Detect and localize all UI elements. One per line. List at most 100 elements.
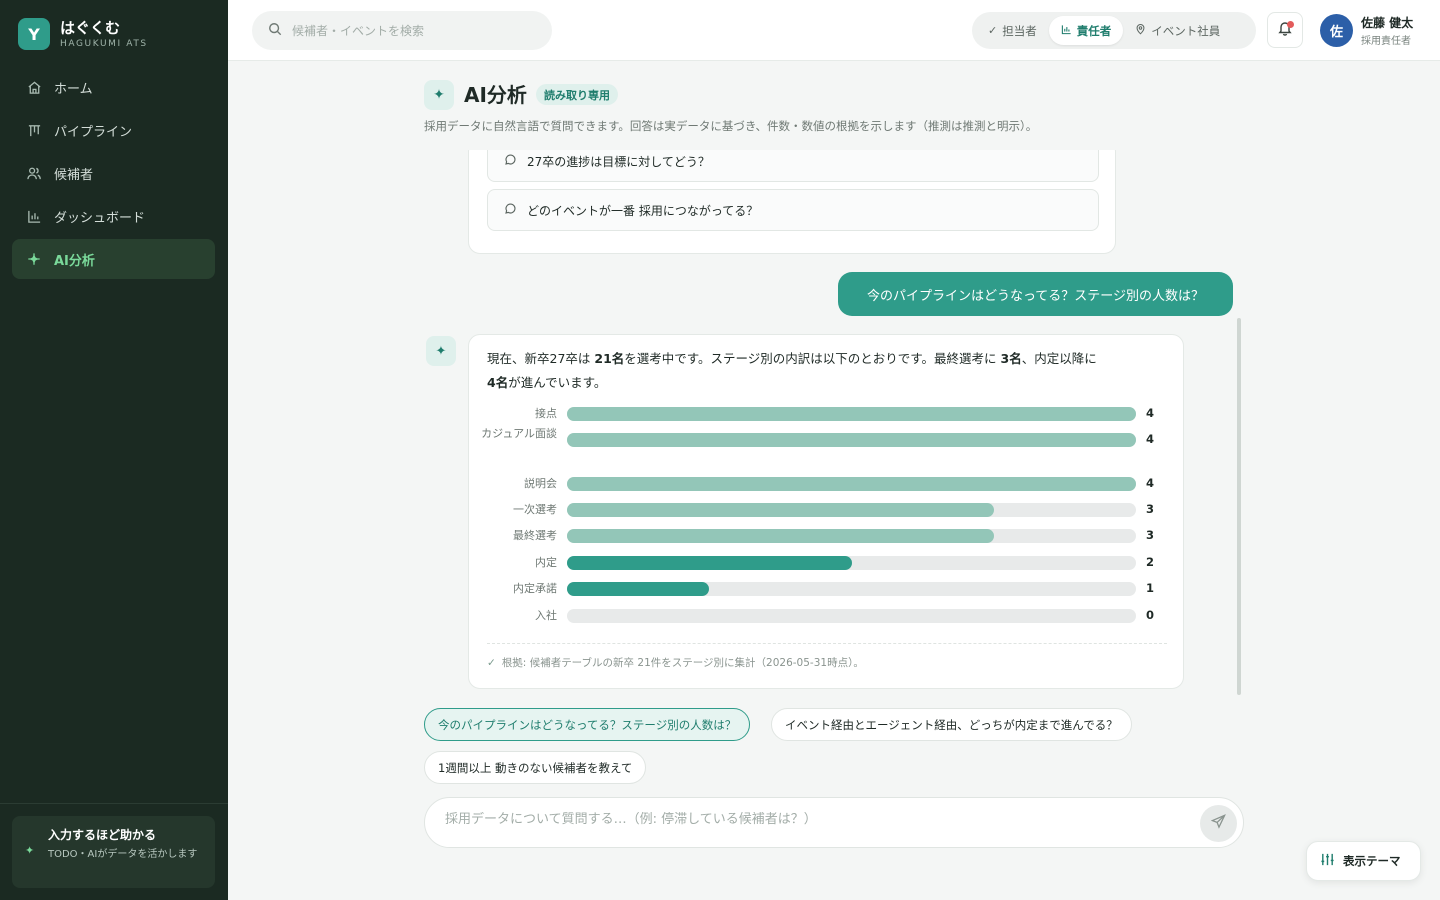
role-tab-manager[interactable]: 責任者 bbox=[1048, 16, 1124, 45]
send-icon bbox=[1210, 814, 1226, 833]
theme-button[interactable]: 表示テーマ bbox=[1306, 841, 1421, 881]
sliders-icon bbox=[1320, 852, 1335, 870]
bar bbox=[567, 477, 1136, 491]
check-icon: ✓ bbox=[487, 657, 496, 669]
top-bar: ✓ 担当者 責任者 イベント社員 佐 佐藤 健太 採用責任者 bbox=[228, 0, 1440, 61]
chat-scrollbar[interactable] bbox=[1237, 318, 1241, 695]
bar-track bbox=[567, 477, 1136, 491]
bar-value-label: 2 bbox=[1146, 555, 1155, 569]
answer-text: 現在、新卒27卒は 21名を選考中です。ステージ別の内訳は以下のとおりです。最終… bbox=[487, 347, 1167, 395]
avatar: 佐 bbox=[1320, 14, 1353, 47]
role-tab-label: イベント社員 bbox=[1151, 23, 1221, 38]
send-button[interactable] bbox=[1200, 805, 1237, 842]
suggestion-item[interactable]: どのイベントが一番 採用につながってる？ bbox=[487, 189, 1099, 231]
brand-name: はぐくむ bbox=[60, 18, 121, 37]
chat-bubble-icon bbox=[504, 153, 517, 169]
bar bbox=[567, 503, 994, 517]
suggestion-card: 27卒の進捗は目標に対してどう？ どのイベントが一番 採用につながってる？ bbox=[468, 150, 1116, 254]
bar-label: 説明会 bbox=[524, 477, 557, 490]
bar-value-label: 1 bbox=[1146, 581, 1155, 595]
user-menu[interactable]: 佐 佐藤 健太 採用責任者 bbox=[1320, 14, 1413, 47]
page-description: 採用データに自然言語で質問できます。回答は実データに基づき、件数・数値の根拠を示… bbox=[424, 119, 1038, 133]
users-icon bbox=[26, 165, 42, 181]
notification-dot bbox=[1287, 21, 1294, 28]
suggestion-item[interactable]: 27卒の進捗は目標に対してどう？ bbox=[487, 150, 1099, 182]
check-icon: ✓ bbox=[988, 24, 998, 37]
brand[interactable]: Y はぐくむ HAGUKUMI ATS bbox=[18, 18, 148, 50]
bar-track bbox=[567, 582, 1136, 596]
user-message: 今のパイプラインはどうなってる？ステージ別の人数は？ bbox=[838, 272, 1233, 316]
suggestion-text: どのイベントが一番 採用につながってる？ bbox=[527, 203, 759, 218]
bar-label: 最終選考 bbox=[513, 529, 557, 542]
bar-label: 入社 bbox=[535, 609, 557, 622]
bar-label: 一次選考 bbox=[513, 503, 557, 516]
answer-source: ✓ 根拠: 候補者テーブルの新卒 21件をステージ別に集計（2026-05-31時… bbox=[487, 655, 864, 670]
role-tab-label: 担当者 bbox=[1002, 23, 1037, 38]
role-switcher: ✓ 担当者 責任者 イベント社員 bbox=[972, 12, 1256, 49]
prompt-chip[interactable]: 1週間以上 動きのない候補者を教えて bbox=[424, 751, 647, 784]
bar bbox=[567, 582, 709, 596]
bar-label: カジュアル面談 bbox=[481, 427, 557, 440]
user-role: 採用責任者 bbox=[1361, 36, 1411, 47]
tip-card-text: TODO・AIがデータを活かします bbox=[48, 849, 198, 860]
bar-value-label: 0 bbox=[1146, 608, 1155, 622]
sidebar-item-home[interactable]: ホーム bbox=[12, 67, 215, 107]
divider bbox=[487, 643, 1167, 644]
sparkle-icon bbox=[26, 251, 42, 267]
bar-track bbox=[567, 609, 1136, 623]
bar-track bbox=[567, 503, 1136, 517]
answer-highlight: 3名 bbox=[1000, 351, 1022, 366]
home-icon bbox=[26, 79, 42, 95]
answer-text-part: が進んでいます。 bbox=[508, 375, 607, 390]
prompt-chip[interactable]: イベント経由とエージェント経由、どっちが内定まで進んでる？ bbox=[771, 708, 1132, 741]
bar-value-label: 4 bbox=[1146, 406, 1155, 420]
chat-composer bbox=[424, 797, 1244, 848]
search-icon bbox=[268, 21, 282, 40]
sidebar-item-ai-analysis[interactable]: AI分析 bbox=[12, 239, 215, 279]
ai-answer-card: 現在、新卒27卒は 21名を選考中です。ステージ別の内訳は以下のとおりです。最終… bbox=[468, 334, 1184, 689]
sidebar: Y はぐくむ HAGUKUMI ATS ホーム パイプライン 候補者 ダッシュボ… bbox=[0, 0, 228, 900]
bar-chart-icon bbox=[1061, 24, 1072, 38]
bar-value-label: 3 bbox=[1146, 502, 1155, 516]
answer-highlight: 4名 bbox=[487, 375, 509, 390]
sidebar-item-dashboard[interactable]: ダッシュボード bbox=[12, 196, 215, 236]
theme-button-label: 表示テーマ bbox=[1343, 854, 1401, 868]
source-text: 根拠: 候補者テーブルの新卒 21件をステージ別に集計（2026-05-31時点… bbox=[501, 657, 864, 669]
role-tab-assignee[interactable]: ✓ 担当者 bbox=[976, 16, 1049, 45]
sidebar-item-pipeline[interactable]: パイプライン bbox=[12, 110, 215, 150]
role-tab-event-staff[interactable]: イベント社員 bbox=[1123, 16, 1232, 45]
sidebar-item-label: 候補者 bbox=[54, 167, 94, 183]
tip-card-title: 入力するほど助かる bbox=[48, 828, 157, 842]
pipeline-icon bbox=[26, 122, 42, 138]
chat-thread[interactable]: 27卒の進捗は目標に対してどう？ どのイベントが一番 採用につながってる？ 今の… bbox=[424, 150, 1244, 695]
sparkle-icon: ✦ bbox=[426, 336, 456, 366]
sidebar-divider bbox=[0, 803, 228, 804]
sidebar-item-label: ダッシュボード bbox=[54, 210, 146, 226]
bar bbox=[567, 529, 994, 543]
sidebar-tip-card[interactable]: ✦ 入力するほど助かる TODO・AIがデータを活かします bbox=[12, 816, 215, 888]
search-input[interactable] bbox=[292, 23, 532, 38]
search-box[interactable] bbox=[252, 11, 552, 50]
bar-track bbox=[567, 529, 1136, 543]
bar-track bbox=[567, 556, 1136, 570]
notification-button[interactable] bbox=[1267, 12, 1303, 48]
answer-highlight: 21名 bbox=[594, 351, 625, 366]
user-name: 佐藤 健太 bbox=[1361, 16, 1414, 30]
sidebar-item-candidates[interactable]: 候補者 bbox=[12, 153, 215, 193]
bar-value-label: 3 bbox=[1146, 528, 1155, 542]
bar-track bbox=[567, 433, 1136, 447]
brand-logo: Y bbox=[18, 18, 50, 50]
answer-text-part: 現在、新卒27卒は bbox=[487, 351, 595, 366]
chart-icon bbox=[26, 208, 42, 224]
bar-label: 接点 bbox=[535, 407, 557, 420]
sidebar-item-label: パイプライン bbox=[54, 124, 133, 140]
prompt-chip[interactable]: 今のパイプラインはどうなってる？ステージ別の人数は？ bbox=[424, 708, 751, 741]
answer-text-part: を選考中です。ステージ別の内訳は以下のとおりです。最終選考に bbox=[624, 351, 1001, 366]
chat-input[interactable] bbox=[445, 812, 1185, 827]
bar bbox=[567, 556, 852, 570]
pin-icon bbox=[1135, 23, 1146, 38]
sparkle-icon: ✦ bbox=[424, 80, 454, 110]
bar bbox=[567, 433, 1136, 447]
answer-text-part: 、内定以降に bbox=[1021, 351, 1097, 366]
read-only-badge: 読み取り専用 bbox=[536, 84, 618, 105]
